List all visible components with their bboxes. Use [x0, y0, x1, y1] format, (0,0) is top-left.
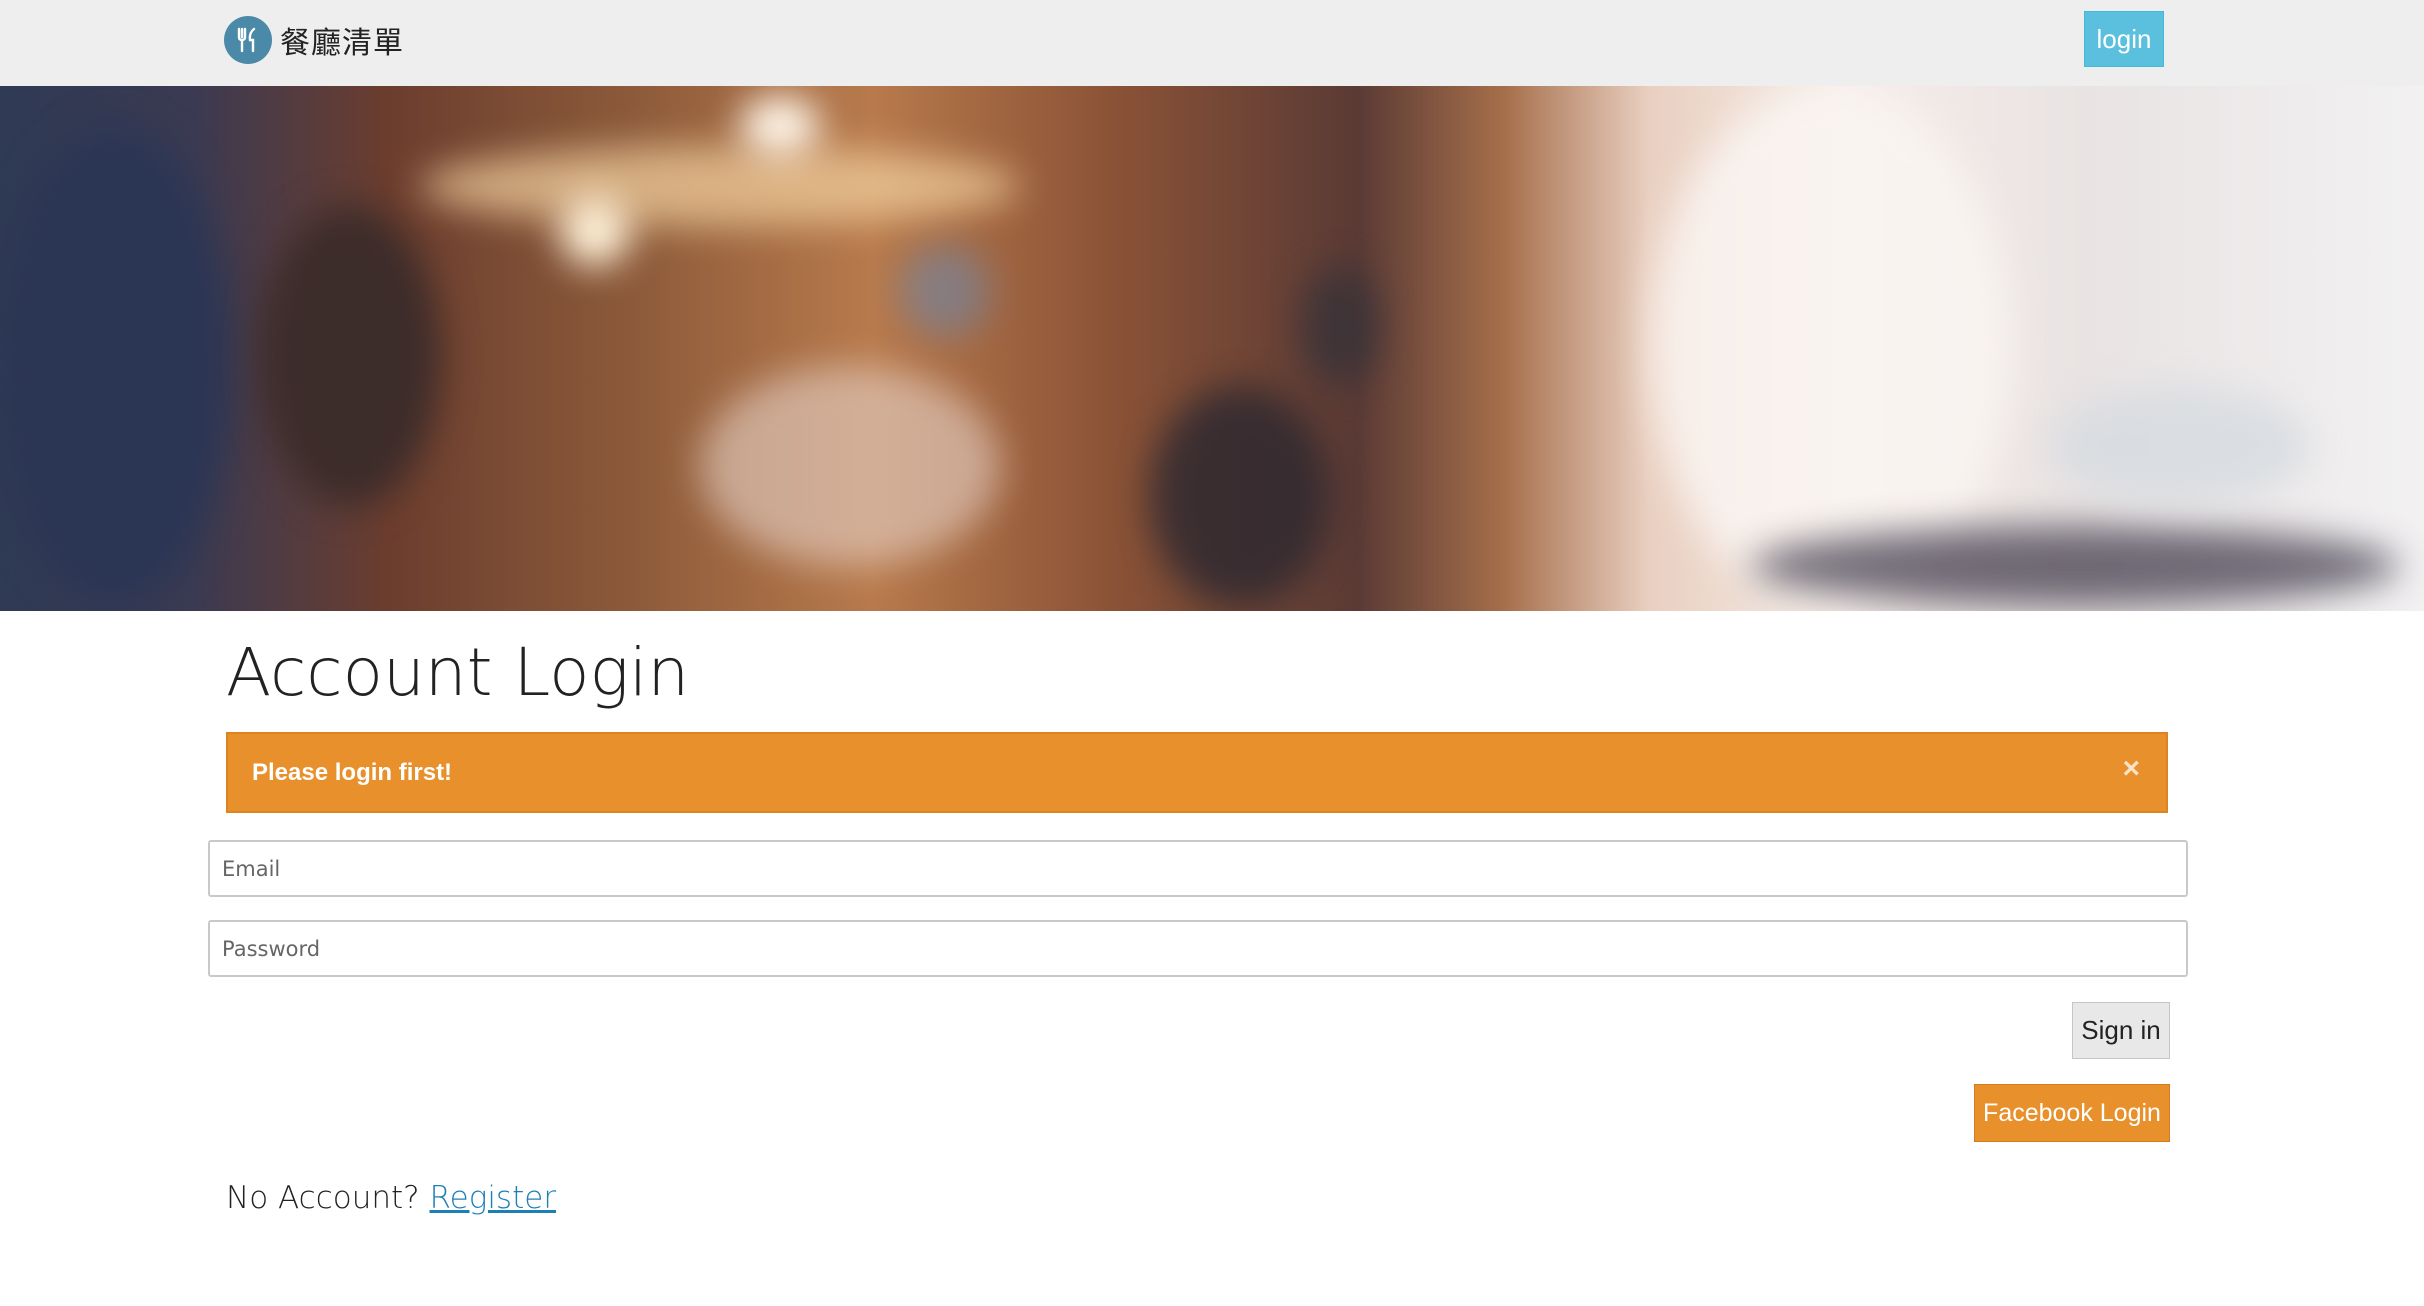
close-icon[interactable]: × — [2122, 752, 2140, 786]
no-account-text: No Account? — [226, 1180, 420, 1216]
hero-banner-image — [0, 86, 2424, 611]
login-button[interactable]: login — [2084, 11, 2164, 67]
password-field[interactable] — [208, 920, 2188, 977]
page-title: Account Login — [226, 634, 690, 711]
no-account-prompt: No Account? Register — [226, 1180, 556, 1216]
alert-message: Please login first! — [252, 758, 453, 786]
top-navbar: 餐廳清單 login — [0, 0, 2424, 87]
brand[interactable]: 餐廳清單 — [224, 16, 404, 64]
utensils-icon — [224, 16, 272, 64]
brand-name: 餐廳清單 — [280, 26, 404, 61]
email-field[interactable] — [208, 840, 2188, 897]
sign-in-button[interactable]: Sign in — [2072, 1002, 2170, 1059]
facebook-login-button[interactable]: Facebook Login — [1974, 1084, 2170, 1142]
register-link[interactable]: Register — [430, 1180, 557, 1216]
alert-banner: Please login first! × — [226, 732, 2168, 813]
